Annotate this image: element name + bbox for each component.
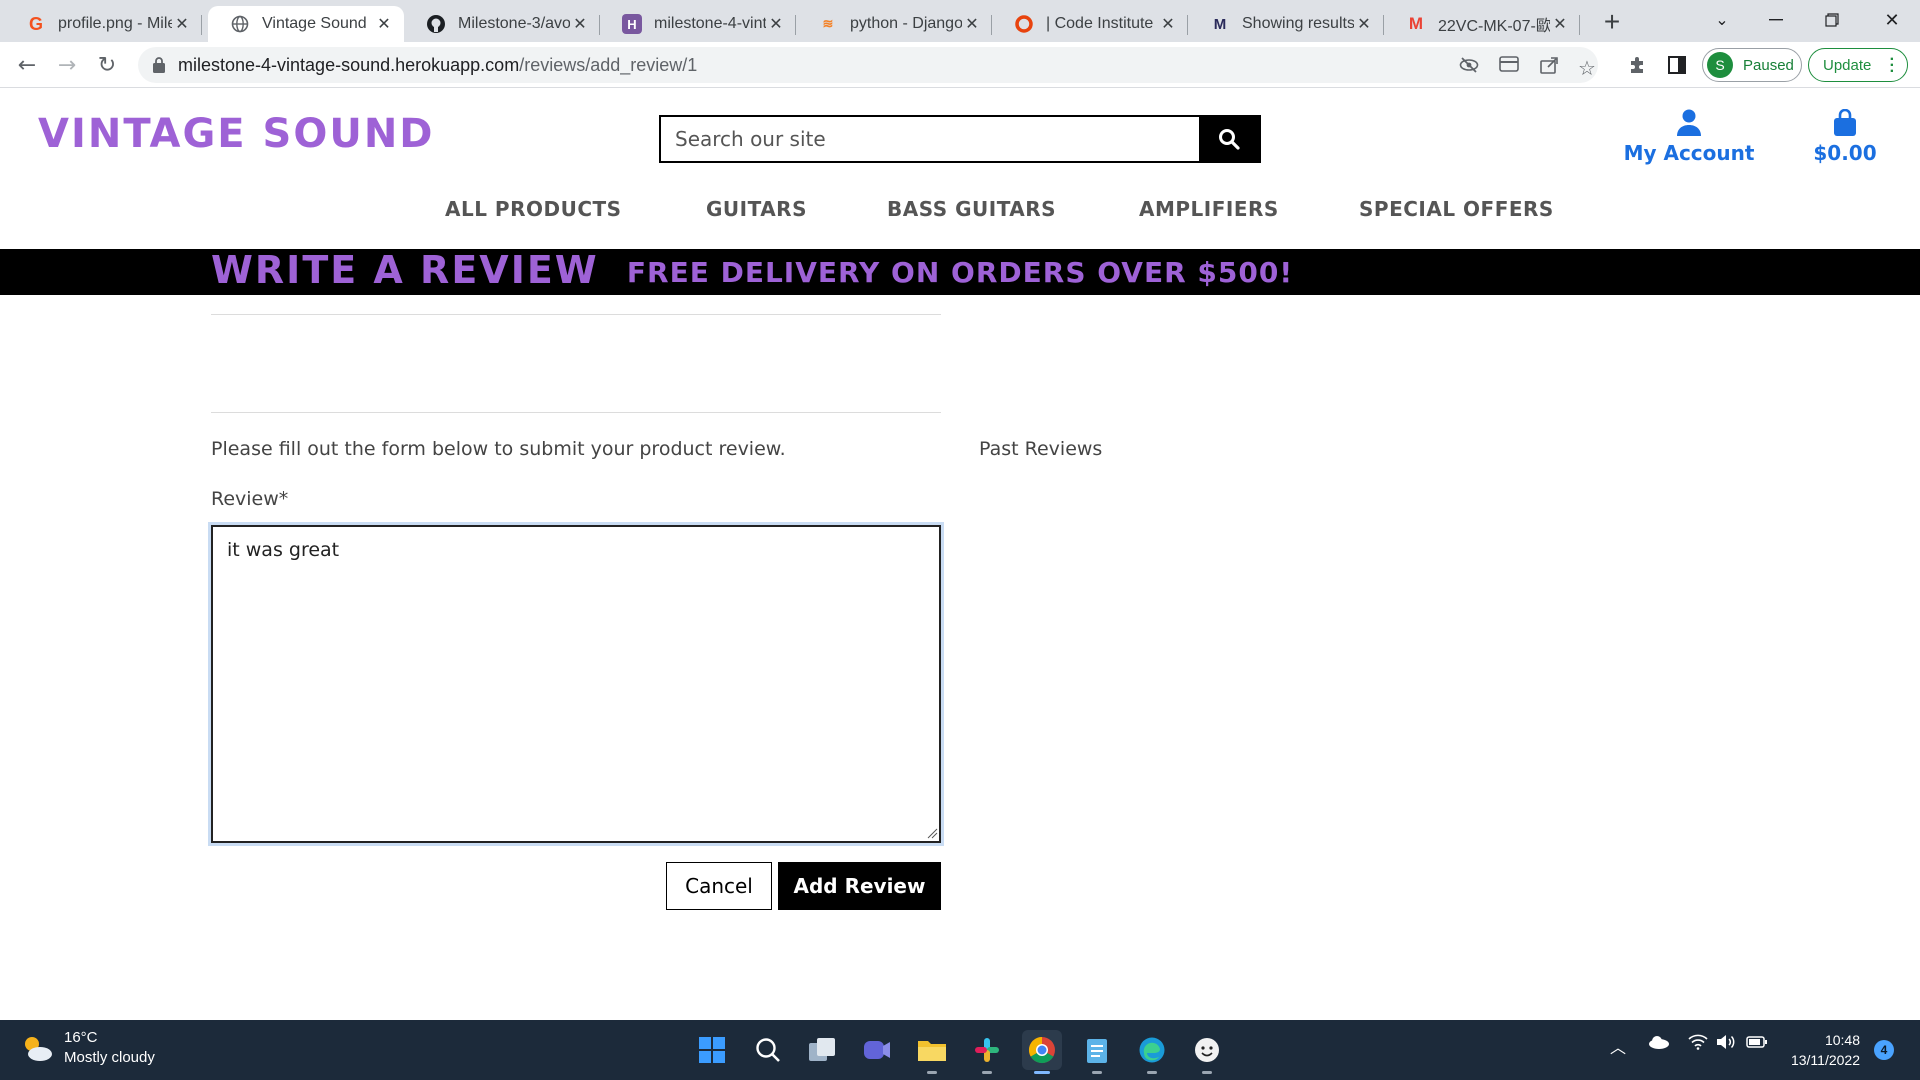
notepad-icon[interactable] <box>1077 1030 1117 1074</box>
volume-icon[interactable] <box>1716 1034 1736 1054</box>
close-tab-icon[interactable]: ✕ <box>962 14 982 34</box>
start-icon[interactable] <box>692 1030 732 1070</box>
heroku-icon: H <box>622 14 642 34</box>
card-icon[interactable] <box>1498 56 1520 76</box>
extensions-icon[interactable] <box>1622 50 1652 80</box>
edge-icon[interactable] <box>1132 1030 1172 1074</box>
close-tab-icon[interactable]: ✕ <box>1354 14 1374 34</box>
past-reviews-heading: Past Reviews <box>979 438 1103 460</box>
more-vert-icon: · · · <box>1889 51 1895 80</box>
browser-toolbar: ← → ↻ milestone-4-vintage-sound.herokuap… <box>0 42 1920 88</box>
browser-tab[interactable]: H milestone-4-vinta ✕ <box>600 6 796 42</box>
minimize-icon[interactable] <box>1748 0 1804 40</box>
review-textarea[interactable]: it was great <box>211 525 941 843</box>
bookmark-star-icon[interactable]: ☆ <box>1576 56 1598 80</box>
review-label: Review* <box>211 488 289 510</box>
nav-amplifiers[interactable]: AMPLIFIERS <box>1139 197 1279 221</box>
profile-button[interactable]: S Paused <box>1702 48 1802 82</box>
address-bar[interactable]: milestone-4-vintage-sound.herokuapp.com/… <box>138 47 1598 83</box>
url-text[interactable]: milestone-4-vintage-sound.herokuapp.com/… <box>178 55 697 76</box>
share-icon[interactable] <box>1538 56 1560 76</box>
stackoverflow-icon: ≋ <box>822 16 834 31</box>
teams-icon[interactable] <box>857 1030 897 1070</box>
battery-icon[interactable] <box>1746 1034 1768 1053</box>
site-logo[interactable]: VINTAGE SOUND <box>38 111 435 157</box>
cancel-button[interactable]: Cancel <box>666 862 772 910</box>
search-results-icon: M <box>1213 15 1227 33</box>
browser-tab[interactable]: Milestone-3/avon ✕ <box>404 6 600 42</box>
divider <box>211 412 941 413</box>
nav-guitars[interactable]: GUITARS <box>706 197 807 221</box>
search-icon <box>1219 129 1240 150</box>
slack-icon[interactable] <box>967 1030 1007 1074</box>
nav-bass-guitars[interactable]: BASS GUITARS <box>887 197 1056 221</box>
divider <box>211 314 941 315</box>
search-icon[interactable] <box>748 1030 788 1070</box>
weather-widget[interactable]: 16°C Mostly cloudy <box>20 1028 155 1068</box>
browser-tab[interactable]: | Code Institute ✕ <box>992 6 1188 42</box>
close-tab-icon[interactable]: ✕ <box>1158 14 1178 34</box>
new-tab-button[interactable]: + <box>1596 6 1628 38</box>
browser-tab-strip: G profile.png - Mile ✕ Vintage Sound ✕ M… <box>0 0 1920 42</box>
add-review-button[interactable]: Add Review <box>778 862 941 910</box>
user-icon <box>1677 109 1701 136</box>
task-view-icon[interactable] <box>802 1030 842 1070</box>
emoji-app-icon[interactable] <box>1187 1030 1227 1074</box>
nav-special-offers[interactable]: SPECIAL OFFERS <box>1359 197 1554 221</box>
resize-handle-icon[interactable] <box>926 827 938 839</box>
close-tab-icon[interactable]: ✕ <box>1550 14 1570 34</box>
close-tab-icon[interactable]: ✕ <box>172 14 192 34</box>
close-tab-icon[interactable]: ✕ <box>766 14 786 34</box>
form-intro: Please fill out the form below to submit… <box>211 438 786 460</box>
google-slides-icon: G <box>28 13 43 34</box>
avatar: S <box>1707 52 1733 78</box>
code-institute-icon <box>1014 14 1034 34</box>
notification-badge[interactable]: 4 <box>1874 1040 1894 1060</box>
gmail-icon: M <box>1408 14 1424 33</box>
close-window-icon[interactable]: ✕ <box>1864 0 1920 40</box>
search-button[interactable] <box>1199 117 1259 161</box>
wifi-icon[interactable] <box>1688 1034 1708 1054</box>
reload-icon[interactable]: ↻ <box>92 50 122 80</box>
partly-cloudy-icon <box>25 1037 52 1061</box>
browser-tab[interactable]: M Showing results f ✕ <box>1188 6 1384 42</box>
nav-all-products[interactable]: ALL PRODUCTS <box>445 197 622 221</box>
shopping-bag-link[interactable]: $0.00 <box>1800 108 1890 165</box>
lock-icon[interactable] <box>152 56 166 74</box>
browser-tab[interactable]: M 22VC-MK-07-歐亦 ✕ <box>1384 6 1580 42</box>
my-account-link[interactable]: My Account <box>1614 109 1764 165</box>
tab-search-icon[interactable]: ⌄ <box>1694 0 1750 40</box>
restore-icon[interactable] <box>1804 0 1860 40</box>
eye-off-icon[interactable] <box>1458 56 1480 76</box>
system-clock[interactable]: 10:48 13/11/2022 <box>1780 1030 1860 1070</box>
globe-icon <box>230 14 250 34</box>
browser-tab-active[interactable]: Vintage Sound ✕ <box>208 6 404 42</box>
github-icon <box>426 14 446 34</box>
browser-tab[interactable]: ≋ python - Django ✕ <box>796 6 992 42</box>
update-button[interactable]: Update · · · <box>1808 48 1908 82</box>
site-search <box>659 115 1261 163</box>
shopping-bag-icon <box>1834 108 1856 136</box>
back-icon[interactable]: ← <box>12 50 42 80</box>
chevron-up-icon[interactable]: ︿ <box>1610 1034 1626 1058</box>
main-nav: ALL PRODUCTS GUITARS BASS GUITARS AMPLIF… <box>0 197 1920 229</box>
onedrive-icon[interactable] <box>1648 1034 1670 1053</box>
page-title: WRITE A REVIEW <box>211 248 599 292</box>
side-panel-icon[interactable] <box>1662 50 1692 80</box>
file-explorer-icon[interactable] <box>912 1030 952 1074</box>
search-input[interactable] <box>661 117 1199 161</box>
taskbar: 16°C Mostly cloudy ︿ 10:48 13/11/2022 4 <box>0 1020 1920 1080</box>
forward-icon[interactable]: → <box>52 50 82 80</box>
chrome-icon[interactable] <box>1022 1030 1062 1074</box>
close-tab-icon[interactable]: ✕ <box>570 14 590 34</box>
close-tab-icon[interactable]: ✕ <box>374 14 394 34</box>
browser-tab[interactable]: G profile.png - Mile ✕ <box>4 6 202 42</box>
